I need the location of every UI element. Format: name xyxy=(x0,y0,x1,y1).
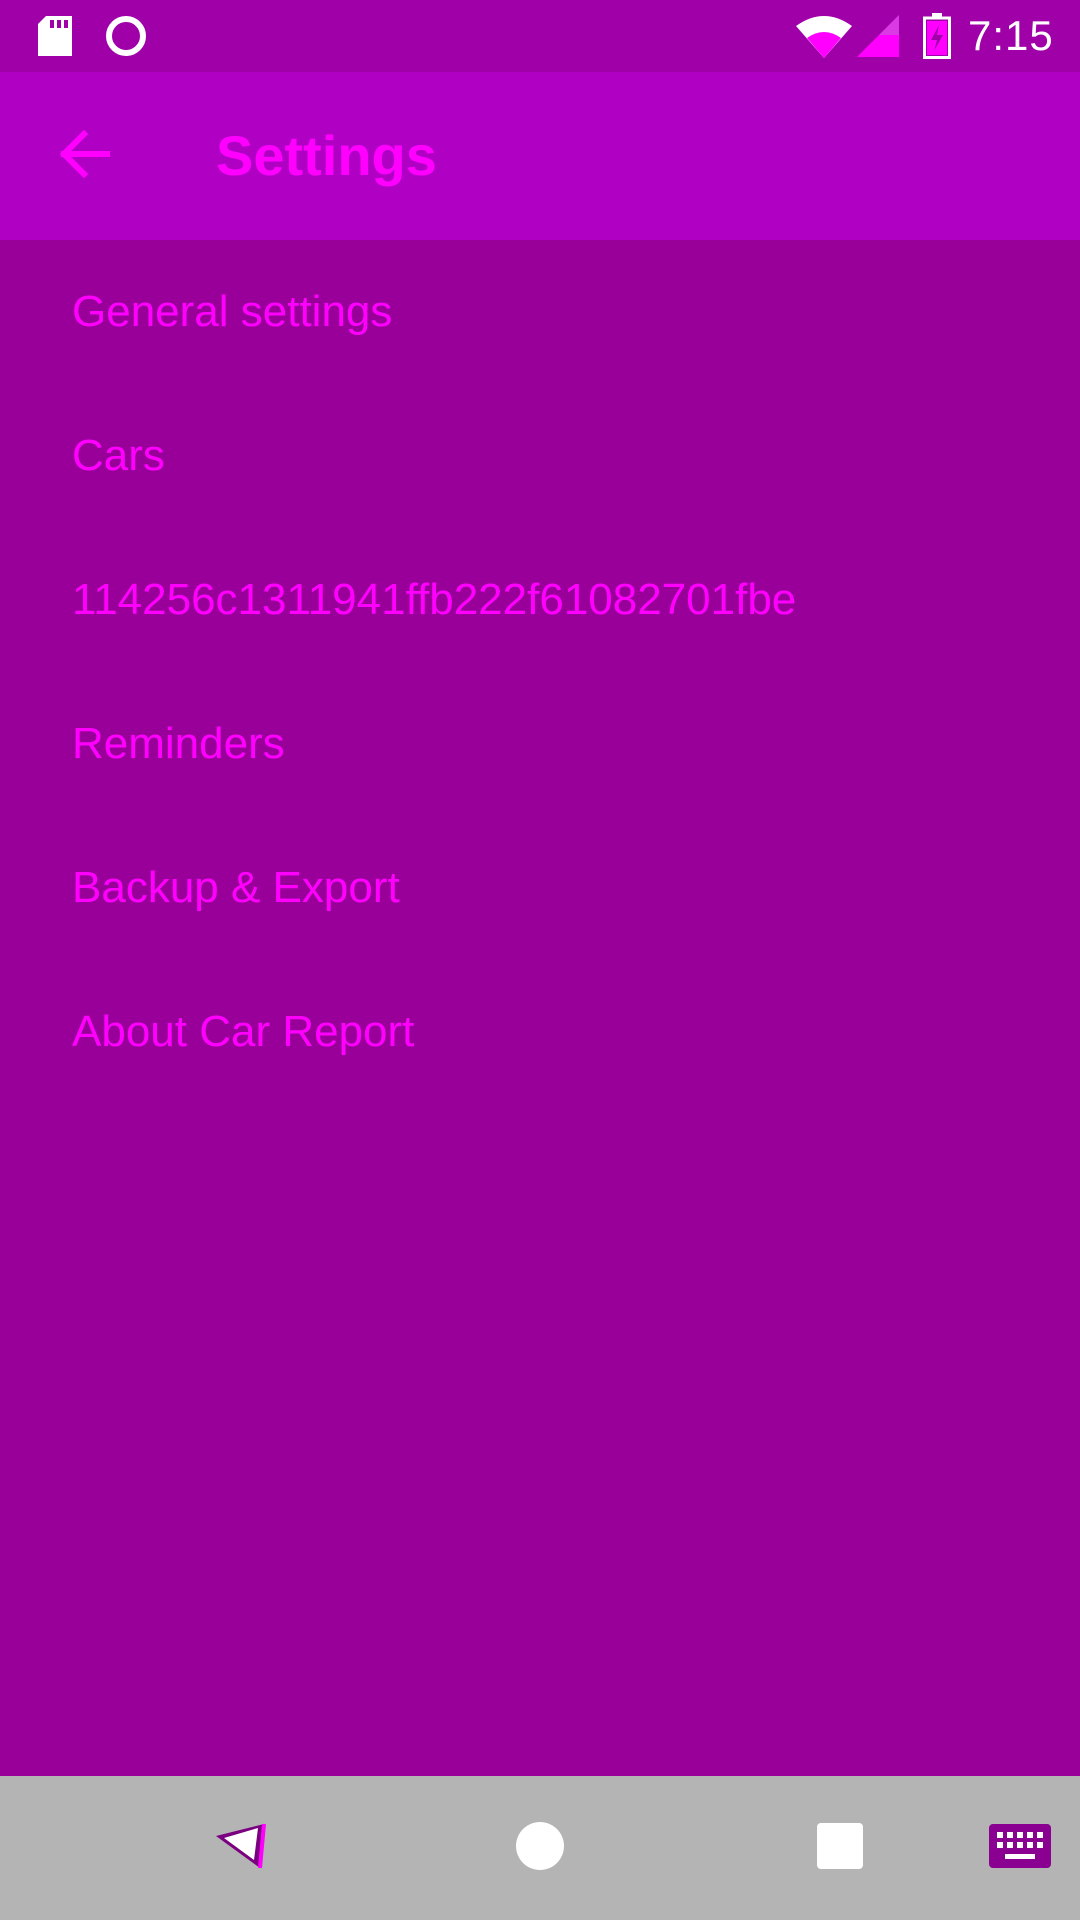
navigation-bar xyxy=(0,1776,1080,1920)
pref-item-reminders[interactable]: Reminders xyxy=(0,672,1080,816)
sd-card-icon xyxy=(34,0,76,72)
sync-circle-icon xyxy=(104,0,148,72)
status-time: 7:15 xyxy=(968,12,1054,59)
battery-charging-icon xyxy=(922,0,952,72)
settings-screen: 7:15 Settings General settings Cars 1142… xyxy=(0,0,1080,1920)
home-circle-icon xyxy=(516,1821,564,1875)
status-bar: 7:15 xyxy=(0,0,1080,72)
page-title: Settings xyxy=(216,124,437,187)
arrow-back-icon xyxy=(58,129,111,183)
back-triangle-icon xyxy=(212,1820,268,1877)
recents-square-icon xyxy=(817,1822,863,1874)
pref-item-about[interactable]: About Car Report xyxy=(0,960,1080,1104)
preference-list: General settings Cars 114256c1311941ffb2… xyxy=(0,240,1080,1104)
back-button[interactable] xyxy=(30,108,138,204)
pref-item-backup-export[interactable]: Backup & Export xyxy=(0,816,1080,960)
pref-item-general-settings[interactable]: General settings xyxy=(0,240,1080,384)
wifi-icon xyxy=(796,0,852,72)
nav-home-button[interactable] xyxy=(500,1776,580,1920)
cell-signal-icon xyxy=(856,0,900,72)
pref-item-id[interactable]: 114256c1311941ffb222f61082701fbe xyxy=(0,528,1080,672)
pref-item-cars[interactable]: Cars xyxy=(0,384,1080,528)
keyboard-switch-button[interactable] xyxy=(984,1776,1056,1920)
keyboard-icon xyxy=(989,1823,1051,1873)
toolbar: Settings xyxy=(0,72,1080,240)
nav-recents-button[interactable] xyxy=(800,1776,880,1920)
nav-back-button[interactable] xyxy=(200,1776,280,1920)
